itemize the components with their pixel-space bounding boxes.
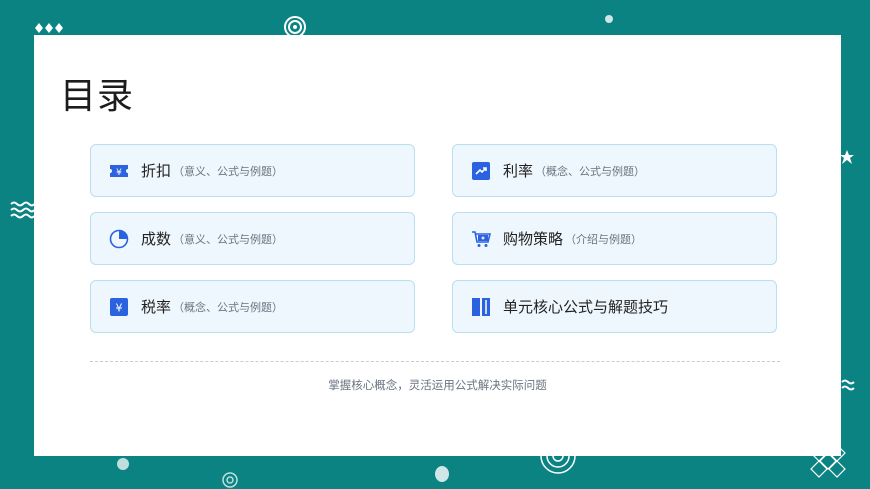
divider bbox=[90, 361, 780, 362]
toc-item-subtitle: （概念、公式与例题） bbox=[173, 300, 284, 314]
toc-item-title: 单元核心公式与解题技巧 bbox=[503, 298, 669, 316]
page-title: 目录 bbox=[60, 76, 135, 117]
toc-item-subtitle: （概念、公式与例题） bbox=[535, 164, 646, 178]
concentric-circle-decoration bbox=[284, 16, 306, 37]
toc-item-core-formulas[interactable]: 单元核心公式与解题技巧 bbox=[452, 280, 777, 333]
content-card: 目录 ¥ 折扣 （意义、公式与例题） 利率 （概念、公式与例题） 成数 （意义、… bbox=[34, 35, 841, 456]
shopping-cart-icon bbox=[471, 229, 491, 249]
toc-item-title: 利率 bbox=[503, 162, 534, 180]
toc-item-title: 税率 bbox=[141, 298, 172, 316]
toc-item-subtitle: （意义、公式与例题） bbox=[173, 232, 284, 246]
wave-right-decoration bbox=[841, 379, 855, 391]
toc-item-discount[interactable]: ¥ 折扣 （意义、公式与例题） bbox=[90, 144, 415, 197]
svg-text:¥: ¥ bbox=[116, 301, 123, 314]
book-icon bbox=[471, 297, 491, 317]
dot-decoration bbox=[435, 466, 449, 482]
trend-chart-icon bbox=[471, 161, 491, 181]
toc-item-subtitle: （介绍与例题） bbox=[565, 232, 643, 246]
star-decoration bbox=[840, 150, 854, 164]
svg-text:¥: ¥ bbox=[116, 168, 122, 178]
toc-item-interest-rate[interactable]: 利率 （概念、公式与例题） bbox=[452, 144, 777, 197]
toc-item-shopping-strategy[interactable]: 购物策略 （介绍与例题） bbox=[452, 212, 777, 265]
toc-item-subtitle: （意义、公式与例题） bbox=[173, 164, 284, 178]
dot-decoration bbox=[605, 15, 613, 23]
toc-item-percentage[interactable]: 成数 （意义、公式与例题） bbox=[90, 212, 415, 265]
spiral-decoration bbox=[222, 472, 238, 488]
wave-left-decoration bbox=[10, 201, 34, 219]
toc-item-title: 成数 bbox=[141, 230, 172, 248]
ticket-yen-icon: ¥ bbox=[109, 161, 129, 181]
diamond-row-decoration bbox=[35, 23, 63, 33]
toc-item-title: 折扣 bbox=[141, 162, 172, 180]
footer-note: 掌握核心概念，灵活运用公式解决实际问题 bbox=[328, 378, 547, 392]
toc-item-tax-rate[interactable]: ¥ 税率 （概念、公式与例题） bbox=[90, 280, 415, 333]
dot-decoration bbox=[117, 458, 129, 470]
yen-badge-icon: ¥ bbox=[109, 297, 129, 317]
pie-chart-icon bbox=[109, 229, 129, 249]
toc-item-title: 购物策略 bbox=[503, 230, 564, 248]
